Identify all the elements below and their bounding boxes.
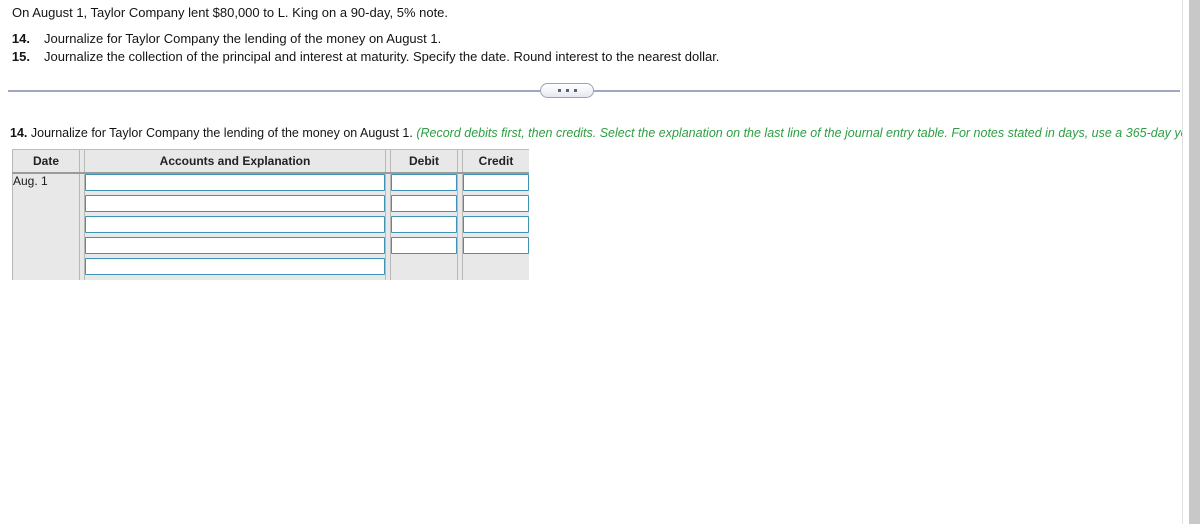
column-header-credit: Credit [462,149,529,174]
table-row-explanation [13,258,529,280]
accounts-cell [84,195,386,216]
debit-input-row-3[interactable] [391,216,457,233]
debit-cell [390,195,458,216]
problem-statement: On August 1, Taylor Company lent $80,000… [0,0,1180,66]
requirement-item: 14. Journalize for Taylor Company the le… [0,30,1180,48]
table-row [13,216,529,237]
scrollbar-thumb[interactable] [1189,0,1200,524]
credit-cell-empty [462,258,529,280]
journal-table-body: Aug. 1 [12,173,529,280]
credit-cell [462,216,529,237]
ellipsis-dot-icon [573,89,577,92]
accounts-cell [84,216,386,237]
credit-input-row-2[interactable] [463,195,529,212]
requirement-number: 14. [11,31,30,46]
accounts-input-row-4[interactable] [85,237,385,254]
table-row: Aug. 1 [12,173,529,280]
requirement-item: 15. Journalize the collection of the pri… [0,48,1180,66]
journal-table-header: Date Accounts and Explanation Debit Cred… [12,149,529,174]
credit-cell [462,237,529,258]
table-row [13,195,529,216]
ellipsis-dot-icon [565,89,569,92]
requirement-number: 15. [11,49,30,64]
requirement-text: Journalize the collection of the princip… [44,49,720,64]
ellipsis-dot-icon [557,89,561,92]
problem-intro-text: On August 1, Taylor Company lent $80,000… [12,5,449,20]
debit-input-row-4[interactable] [391,237,457,254]
accounts-cell [84,237,386,258]
credit-input-row-3[interactable] [463,216,529,233]
accounts-input-row-3[interactable] [85,216,385,233]
question-number: 14. [10,126,28,140]
debit-input-row-2[interactable] [391,195,457,212]
debit-cell-empty [390,258,458,280]
question-hint: (Record debits first, then credits. Sele… [416,126,1200,140]
debit-input-row-1[interactable] [391,174,457,191]
vertical-scrollbar[interactable] [1182,0,1200,524]
divider-line [8,90,1180,92]
column-header-date: Date [12,149,80,174]
credit-cell [462,195,529,216]
question-prompt: Journalize for Taylor Company the lendin… [30,126,413,140]
column-header-debit: Debit [390,149,458,174]
accounts-input-row-1[interactable] [85,174,385,191]
accounts-cell [84,173,386,195]
column-header-accounts: Accounts and Explanation [84,149,386,174]
debit-cell [390,237,458,258]
requirement-text: Journalize for Taylor Company the lendin… [44,31,442,46]
table-row [13,237,529,258]
requirements-list: 14. Journalize for Taylor Company the le… [0,30,1180,66]
accounts-input-row-5-explanation[interactable] [85,258,385,275]
question-header: 14. Journalize for Taylor Company the le… [0,126,1200,141]
collapse-toggle-button[interactable] [540,83,594,98]
credit-input-row-1[interactable] [463,174,529,191]
debit-cell [390,173,458,195]
credit-cell [462,173,529,195]
journal-entry-table: Date Accounts and Explanation Debit Cred… [12,149,529,280]
question-line: 14. Journalize for Taylor Company the le… [0,126,1200,141]
section-divider [8,83,1180,99]
accounts-input-row-2[interactable] [85,195,385,212]
explanation-cell [84,258,386,280]
debit-cell [390,216,458,237]
credit-input-row-4[interactable] [463,237,529,254]
journal-date-cell: Aug. 1 [12,173,80,280]
journal-header-row: Date Accounts and Explanation Debit Cred… [12,149,529,174]
